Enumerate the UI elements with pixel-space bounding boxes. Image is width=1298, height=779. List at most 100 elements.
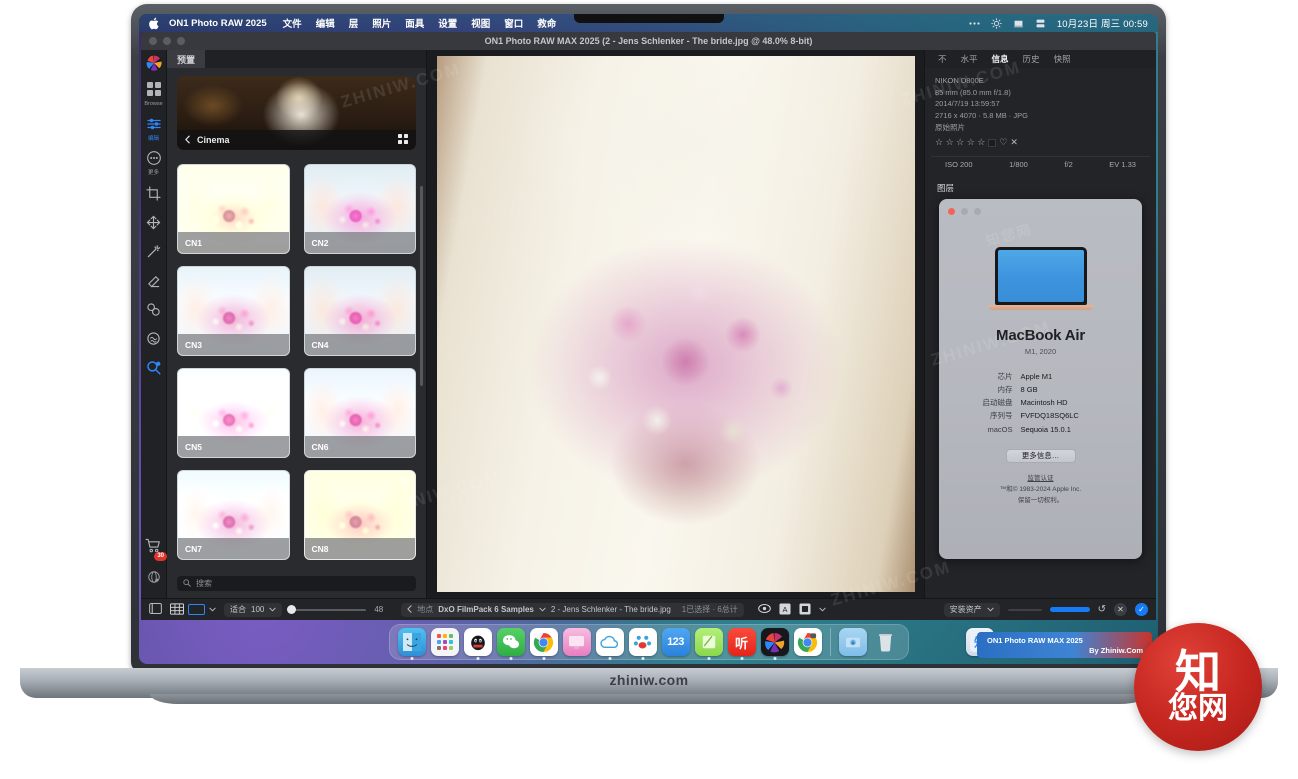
display-icon[interactable]: [1035, 18, 1046, 29]
heart-icon[interactable]: ♡: [999, 136, 1007, 150]
tool-ai-brain[interactable]: [141, 331, 167, 351]
preset-category-card[interactable]: Cinema: [177, 76, 416, 150]
preset-thumb-cn6[interactable]: CN6: [303, 368, 416, 458]
menubar-clock[interactable]: 10月23日 周三 00:59: [1057, 16, 1148, 30]
on1-logo-icon[interactable]: [145, 54, 163, 72]
preset-thumb-cn8[interactable]: CN8: [303, 470, 416, 560]
regulatory-link[interactable]: 监管认证: [939, 473, 1142, 484]
menu-edit[interactable]: 编辑: [309, 16, 342, 30]
grid-view-icon[interactable]: [398, 134, 408, 146]
window-controls[interactable]: [149, 37, 185, 45]
undo-icon[interactable]: ↺: [1098, 604, 1106, 615]
dock-item-screen-share[interactable]: [562, 628, 591, 656]
about-this-mac-window[interactable]: MacBook Air M1, 2020 芯片 Apple M1 内存 8 GB: [939, 199, 1142, 560]
dock-item-wechat[interactable]: [496, 628, 525, 660]
grid-view-icon[interactable]: [170, 602, 184, 617]
tab-history[interactable]: 历史: [1016, 53, 1047, 65]
menu-help[interactable]: 救命: [530, 16, 563, 30]
tool-sphere[interactable]: [141, 570, 167, 589]
chevron-down-icon[interactable]: [986, 605, 994, 614]
dock-item-baidu-netdisk[interactable]: [628, 628, 657, 660]
tool-blend[interactable]: [141, 302, 167, 322]
breadcrumb-filename[interactable]: 2 - Jens Schlenker - The bride.jpg: [551, 605, 671, 614]
tab-none[interactable]: 不: [931, 53, 954, 65]
menu-file[interactable]: 文件: [276, 16, 309, 30]
ellipsis-icon[interactable]: [969, 21, 980, 26]
dock-item-trash[interactable]: [872, 628, 900, 656]
dock-item-icloud-drive[interactable]: [595, 628, 624, 660]
search-input[interactable]: 搜索: [177, 576, 416, 591]
reject-x-icon[interactable]: ✕: [1010, 136, 1018, 150]
minimize-button[interactable]: [961, 208, 968, 216]
zoom-button[interactable]: [177, 37, 185, 45]
color-label-icon[interactable]: [988, 139, 997, 148]
main-photo[interactable]: [436, 56, 915, 592]
tool-move[interactable]: [141, 215, 167, 235]
cart-button[interactable]: 30: [145, 538, 167, 561]
dock-item-finder[interactable]: [397, 628, 426, 660]
menu-view[interactable]: 视图: [464, 16, 497, 30]
menu-photo[interactable]: 照片: [365, 16, 398, 30]
dock-item-ting[interactable]: 听: [727, 628, 756, 660]
dock-item-notes[interactable]: [694, 628, 723, 660]
presets-scrollbar[interactable]: [420, 186, 423, 386]
preset-thumb-cn1[interactable]: CN1: [177, 164, 290, 254]
single-view-icon[interactable]: [188, 604, 205, 615]
chevron-down-icon[interactable]: [539, 605, 546, 614]
panel-toggle-icon[interactable]: [149, 603, 162, 616]
minimize-button[interactable]: [163, 37, 171, 45]
tab-snapshots[interactable]: 快照: [1047, 53, 1078, 65]
tool-retouch[interactable]: [141, 244, 167, 264]
confirm-button[interactable]: ✓: [1135, 603, 1148, 616]
menubar-app-name[interactable]: ON1 Photo RAW 2025: [167, 18, 276, 29]
tool-crop[interactable]: [141, 185, 167, 206]
favorite-icon[interactable]: [400, 475, 411, 486]
preview-toggle[interactable]: [757, 603, 771, 616]
sidebar-item-more[interactable]: 更多: [141, 151, 167, 177]
menu-layer[interactable]: 层: [342, 16, 366, 30]
chevron-left-icon[interactable]: [407, 604, 412, 615]
tab-levels[interactable]: 水平: [954, 53, 985, 65]
more-info-button[interactable]: 更多信息…: [1005, 448, 1076, 463]
rating-row[interactable]: ☆ ☆ ☆ ☆ ☆ ♡ ✕: [935, 136, 1146, 150]
close-button[interactable]: [948, 208, 955, 216]
menu-mask[interactable]: 面具: [398, 16, 431, 30]
breadcrumb[interactable]: 地点 DxO FilmPack 6 Samples 2 - Jens Schle…: [401, 602, 744, 617]
about-window-controls[interactable]: [948, 208, 981, 216]
photo-canvas[interactable]: ZHINIW.COM ZHINIW.COM: [427, 50, 924, 598]
tool-ai-search[interactable]: [141, 360, 167, 381]
close-button[interactable]: [149, 37, 157, 45]
install-assets-button[interactable]: 安装资产: [943, 602, 1000, 617]
preset-thumb-cn5[interactable]: CN5: [177, 368, 290, 458]
dock-item-chrome-canary[interactable]: [793, 628, 822, 656]
cancel-button[interactable]: ✕: [1114, 603, 1127, 616]
presets-scroll-area[interactable]: Cinema CN1 CN2 CN3 CN4 CN5 CN6 CN7 CN8: [167, 68, 426, 570]
sidebar-item-browse[interactable]: Browse: [141, 82, 167, 108]
rating-stars[interactable]: ☆ ☆ ☆ ☆ ☆: [935, 136, 985, 150]
dock-item-qq[interactable]: [463, 628, 492, 660]
chevron-down-icon[interactable]: [269, 605, 277, 614]
menu-window[interactable]: 窗口: [497, 16, 530, 30]
compare-icon[interactable]: [799, 602, 811, 617]
dock-item-launchpad[interactable]: [430, 628, 459, 656]
menu-settings[interactable]: 设置: [431, 16, 464, 30]
dock-item-chrome[interactable]: [529, 628, 558, 660]
brightness-icon[interactable]: [991, 17, 1002, 29]
dock-item-on1-photo-raw[interactable]: [760, 628, 789, 660]
zoom-button[interactable]: [974, 208, 981, 216]
notification-icon[interactable]: [1013, 18, 1024, 29]
breadcrumb-folder[interactable]: DxO FilmPack 6 Samples: [438, 605, 534, 614]
sidebar-item-edit[interactable]: 编辑: [141, 117, 167, 143]
preset-thumb-cn2[interactable]: CN2: [303, 164, 416, 254]
chevron-down-icon[interactable]: [819, 605, 826, 614]
preset-thumb-cn4[interactable]: CN4: [303, 266, 416, 356]
apple-logo-icon[interactable]: [149, 17, 160, 30]
chevron-down-icon[interactable]: [209, 605, 216, 614]
dock-item-123pan[interactable]: 123: [661, 628, 690, 656]
tab-info[interactable]: 信息: [985, 53, 1016, 65]
thumbnail-size-slider[interactable]: [287, 605, 367, 614]
soft-proof-icon[interactable]: A: [779, 602, 791, 617]
preset-thumb-cn3[interactable]: CN3: [177, 266, 290, 356]
preset-thumb-cn7[interactable]: CN7: [177, 470, 290, 560]
zoom-level-control[interactable]: 适合 100: [224, 602, 283, 617]
